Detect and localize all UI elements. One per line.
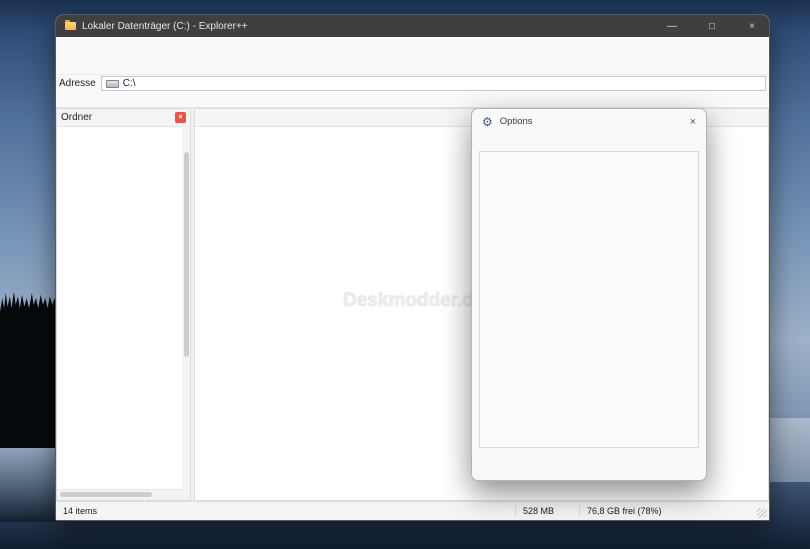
dialog-tab-content — [479, 151, 699, 448]
resize-grip[interactable] — [757, 508, 767, 518]
folders-panel-title: Ordner — [61, 112, 92, 123]
status-bar: 14 items 528 MB 76,8 GB frei (78%) — [56, 501, 769, 520]
close-button[interactable]: × — [735, 15, 769, 37]
app-icon — [65, 22, 76, 30]
desktop: Lokaler Datenträger (C:) - Explorer++ — … — [0, 0, 810, 549]
watermark-text: Deskmodder.de — [343, 290, 485, 312]
options-dialog: ⚙ Options × — [471, 108, 707, 481]
close-folders-panel-button[interactable]: × — [175, 112, 186, 123]
dialog-titlebar: ⚙ Options × — [472, 109, 706, 134]
tree-horizontal-scrollbar[interactable] — [57, 489, 190, 500]
tree-vertical-scrollbar[interactable] — [182, 126, 190, 490]
folders-panel-header: Ordner × — [57, 109, 190, 127]
minimize-button[interactable]: — — [655, 15, 689, 37]
gear-icon: ⚙ — [482, 116, 493, 128]
address-bar: Adresse C:\ — [56, 74, 769, 92]
drive-tab-bar — [56, 92, 769, 108]
scrollbar-thumb[interactable] — [184, 152, 189, 357]
window-title: Lokaler Datenträger (C:) - Explorer++ — [82, 21, 649, 32]
status-free-space: 76,8 GB frei (78%) — [580, 505, 769, 517]
folders-panel: Ordner × — [56, 108, 191, 501]
maximize-button[interactable]: □ — [695, 15, 729, 37]
address-label: Adresse — [59, 78, 96, 89]
address-input[interactable]: C:\ — [101, 76, 766, 91]
window-titlebar: Lokaler Datenträger (C:) - Explorer++ — … — [56, 15, 769, 37]
wallpaper-trees — [0, 288, 58, 456]
folder-tree — [57, 127, 190, 489]
main-toolbar — [56, 53, 769, 74]
status-item-count: 14 items — [56, 505, 516, 517]
dialog-title: Options — [500, 116, 533, 127]
status-selection-size: 528 MB — [516, 505, 580, 517]
drive-icon — [106, 80, 119, 88]
wallpaper-water-right — [768, 418, 810, 482]
dialog-close-button[interactable]: × — [690, 116, 696, 128]
menu-bar — [56, 37, 769, 53]
address-value: C:\ — [123, 78, 136, 89]
scrollbar-thumb[interactable] — [60, 492, 152, 497]
wallpaper-water-left — [0, 448, 58, 522]
dialog-tabs — [472, 134, 706, 151]
